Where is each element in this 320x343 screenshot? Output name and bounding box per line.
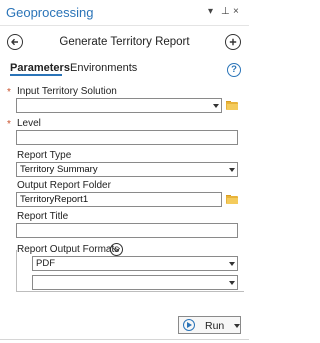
output-report-folder-field[interactable]: TerritoryReport1 [16,192,222,207]
help-icon[interactable]: ? [227,63,241,77]
report-type-label: Report Type [17,150,72,161]
add-button[interactable] [225,34,241,50]
required-marker: * [7,87,11,98]
report-type-dropdown[interactable]: Territory Summary [16,162,238,177]
tool-header: Generate Territory Report [0,32,249,54]
report-type-value: Territory Summary [20,164,98,175]
run-button[interactable]: Run [178,316,241,334]
report-title-field[interactable] [16,223,238,238]
dropdown-arrow-icon [229,168,235,172]
tab-environments[interactable]: Environments [70,62,137,74]
dropdown-arrow-icon [229,281,235,285]
dropdown-arrow-icon [229,262,235,266]
run-options-arrow-icon[interactable] [234,324,240,328]
report-format-dropdown-2[interactable] [32,275,238,290]
dropdown-arrow-icon [213,104,219,108]
output-report-folder-label: Output Report Folder [17,180,111,191]
pane-footer [0,339,249,343]
play-icon [183,319,195,331]
tool-title: Generate Territory Report [59,36,190,48]
browse-folder-icon[interactable] [226,101,238,110]
pane-options-icon[interactable]: ▾ [208,6,213,18]
report-format-dropdown-1[interactable]: PDF [32,256,238,271]
pin-icon[interactable]: ⊥ [221,6,230,18]
report-title-label: Report Title [17,211,69,222]
pane-header: Geoprocessing ▾ ⊥ × [0,0,249,26]
browse-folder-icon[interactable] [226,195,238,204]
plus-icon [229,38,237,46]
close-icon[interactable]: × [233,6,239,18]
tab-parameters[interactable]: Parameters [10,62,70,74]
input-territory-solution-label: Input Territory Solution [17,86,117,97]
run-label: Run [205,320,225,332]
level-label: Level [17,118,41,129]
active-tab-indicator [10,74,62,76]
required-marker: * [7,119,11,130]
report-format-value-1: PDF [36,258,55,269]
input-territory-solution-dropdown[interactable] [16,98,222,113]
level-field[interactable] [16,130,238,145]
pane-title: Geoprocessing [6,5,94,20]
output-report-folder-value: TerritoryReport1 [20,194,89,205]
